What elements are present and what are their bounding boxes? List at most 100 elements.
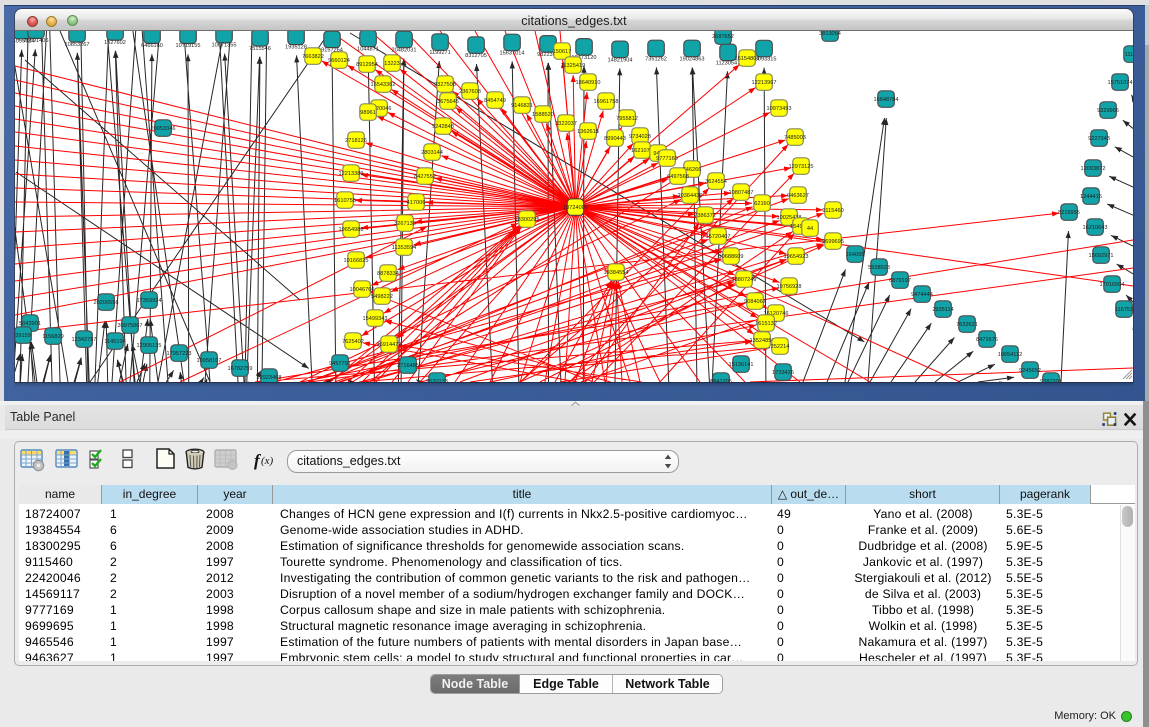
- svg-text:9084067: 9084067: [744, 299, 766, 305]
- svg-text:12973125: 12973125: [789, 164, 814, 170]
- svg-text:7663822: 7663822: [302, 54, 324, 60]
- svg-text:8471676: 8471676: [976, 337, 998, 343]
- svg-text:2687652: 2687652: [712, 34, 734, 40]
- svg-text:(x): (x): [261, 455, 274, 467]
- svg-text:20482031: 20482031: [392, 48, 417, 54]
- svg-text:7485003: 7485003: [784, 135, 806, 141]
- svg-text:98961: 98961: [360, 110, 376, 116]
- svg-text:10671355: 10671355: [212, 43, 237, 49]
- svg-text:11353594: 11353594: [392, 245, 416, 251]
- svg-text:16648784: 16648784: [874, 97, 899, 103]
- svg-text:10807487: 10807487: [729, 190, 754, 196]
- svg-text:1527602: 1527602: [104, 40, 126, 46]
- svg-text:15499343: 15499343: [363, 316, 388, 322]
- svg-text:8215955: 8215955: [1058, 210, 1080, 216]
- svg-text:10719155: 10719155: [176, 43, 201, 49]
- svg-text:9329966: 9329966: [1097, 108, 1119, 114]
- svg-text:11124: 11124: [1125, 52, 1133, 58]
- svg-text:16961758: 16961758: [594, 99, 619, 105]
- svg-text:9242848: 9242848: [432, 124, 454, 130]
- svg-text:12213967: 12213967: [752, 80, 777, 86]
- svg-text:9734028: 9734028: [629, 134, 651, 140]
- svg-text:18300295: 18300295: [515, 217, 540, 223]
- svg-text:252214: 252214: [771, 344, 790, 350]
- svg-text:2935114: 2935114: [932, 307, 953, 313]
- svg-text:3675645: 3675645: [437, 99, 459, 105]
- svg-text:18807249: 18807249: [732, 277, 757, 283]
- svg-text:15637014: 15637014: [500, 50, 525, 56]
- svg-text:12213389: 12213389: [339, 171, 364, 177]
- svg-text:15136141: 15136141: [729, 362, 754, 368]
- svg-text:16782759: 16782759: [228, 366, 253, 372]
- svg-text:6466160: 6466160: [141, 43, 163, 49]
- svg-text:30975867: 30975867: [118, 323, 143, 329]
- svg-text:9227343: 9227343: [1088, 136, 1110, 142]
- svg-text:9115460: 9115460: [822, 208, 843, 214]
- svg-text:14821904: 14821904: [608, 57, 633, 63]
- svg-text:17016504: 17016504: [1100, 282, 1125, 288]
- svg-text:7515546: 7515546: [249, 46, 271, 52]
- svg-text:417006: 417006: [407, 200, 426, 206]
- svg-text:16914479: 16914479: [377, 342, 402, 348]
- svg-text:20053346: 20053346: [151, 126, 176, 132]
- svg-text:1615132: 1615132: [755, 321, 777, 327]
- svg-text:1362615: 1362615: [577, 129, 599, 135]
- svg-text:12342757: 12342757: [72, 337, 97, 343]
- svg-text:10958107: 10958107: [197, 358, 222, 364]
- svg-text:6879197: 6879197: [889, 278, 911, 284]
- svg-text:1156829: 1156829: [42, 334, 63, 340]
- svg-text:1935128: 1935128: [285, 44, 307, 50]
- svg-text:1044871: 1044871: [357, 46, 379, 52]
- svg-text:20364436: 20364436: [678, 193, 703, 199]
- svg-text:18724007: 18724007: [563, 205, 588, 211]
- svg-text:19654923: 19654923: [784, 254, 809, 260]
- svg-text:8454749: 8454749: [484, 98, 506, 104]
- svg-text:9777169: 9777169: [656, 156, 678, 162]
- svg-text:12093872: 12093872: [1081, 166, 1106, 172]
- svg-text:15751074: 15751074: [1108, 80, 1133, 86]
- svg-text:19384554: 19384554: [604, 270, 629, 276]
- svg-text:9245652: 9245652: [1019, 368, 1041, 374]
- svg-text:3716485: 3716485: [397, 363, 419, 369]
- svg-text:9660124: 9660124: [328, 58, 350, 64]
- svg-text:20206556: 20206556: [94, 300, 119, 306]
- svg-text:15692971: 15692971: [1089, 253, 1114, 259]
- svg-text:10046766: 10046766: [350, 287, 375, 293]
- svg-text:10853267: 10853267: [65, 42, 90, 48]
- svg-text:10688609: 10688609: [719, 254, 744, 260]
- svg-text:1145194: 1145194: [104, 339, 125, 345]
- svg-text:16543362: 16543362: [371, 82, 396, 88]
- svg-text:11325419: 11325419: [561, 63, 585, 69]
- svg-text:20691406: 20691406: [24, 38, 49, 44]
- svg-text:5043901: 5043901: [19, 321, 41, 327]
- svg-text:10654112: 10654112: [998, 352, 1022, 358]
- svg-text:19654985: 19654985: [339, 227, 364, 233]
- svg-text:5938923: 5938923: [868, 265, 890, 271]
- svg-text:19166825: 19166825: [344, 258, 369, 264]
- svg-text:7386372: 7386372: [694, 213, 716, 219]
- svg-text:62160: 62160: [754, 201, 770, 207]
- svg-text:9699695: 9699695: [822, 239, 844, 245]
- svg-text:1244415: 1244415: [1080, 194, 1102, 200]
- svg-text:2718126: 2718126: [345, 138, 367, 144]
- svg-text:3813054: 3813054: [819, 31, 841, 37]
- svg-text:2803144: 2803144: [421, 150, 443, 156]
- svg-text:8312705: 8312705: [465, 53, 487, 59]
- svg-text:15720407: 15720407: [706, 234, 731, 240]
- svg-text:7955812: 7955812: [616, 116, 638, 122]
- svg-text:12905135: 12905135: [137, 343, 162, 349]
- svg-text:8990443: 8990443: [604, 136, 626, 142]
- svg-text:17957223: 17957223: [167, 351, 192, 357]
- svg-text:18640910: 18640910: [576, 80, 601, 86]
- svg-text:2367608: 2367608: [459, 89, 481, 95]
- svg-text:7351262: 7351262: [645, 56, 667, 62]
- svg-text:1588520: 1588520: [532, 112, 554, 118]
- svg-text:16154808: 16154808: [735, 56, 760, 62]
- svg-text:8912954: 8912954: [356, 62, 378, 68]
- svg-text:39159: 39159: [15, 333, 31, 339]
- svg-text:8878334: 8878334: [377, 271, 399, 277]
- svg-text:9457791: 9457791: [329, 361, 351, 367]
- svg-text:116753: 116753: [1115, 307, 1133, 313]
- svg-text:44: 44: [807, 226, 813, 232]
- svg-text:9387201: 9387201: [1040, 379, 1062, 382]
